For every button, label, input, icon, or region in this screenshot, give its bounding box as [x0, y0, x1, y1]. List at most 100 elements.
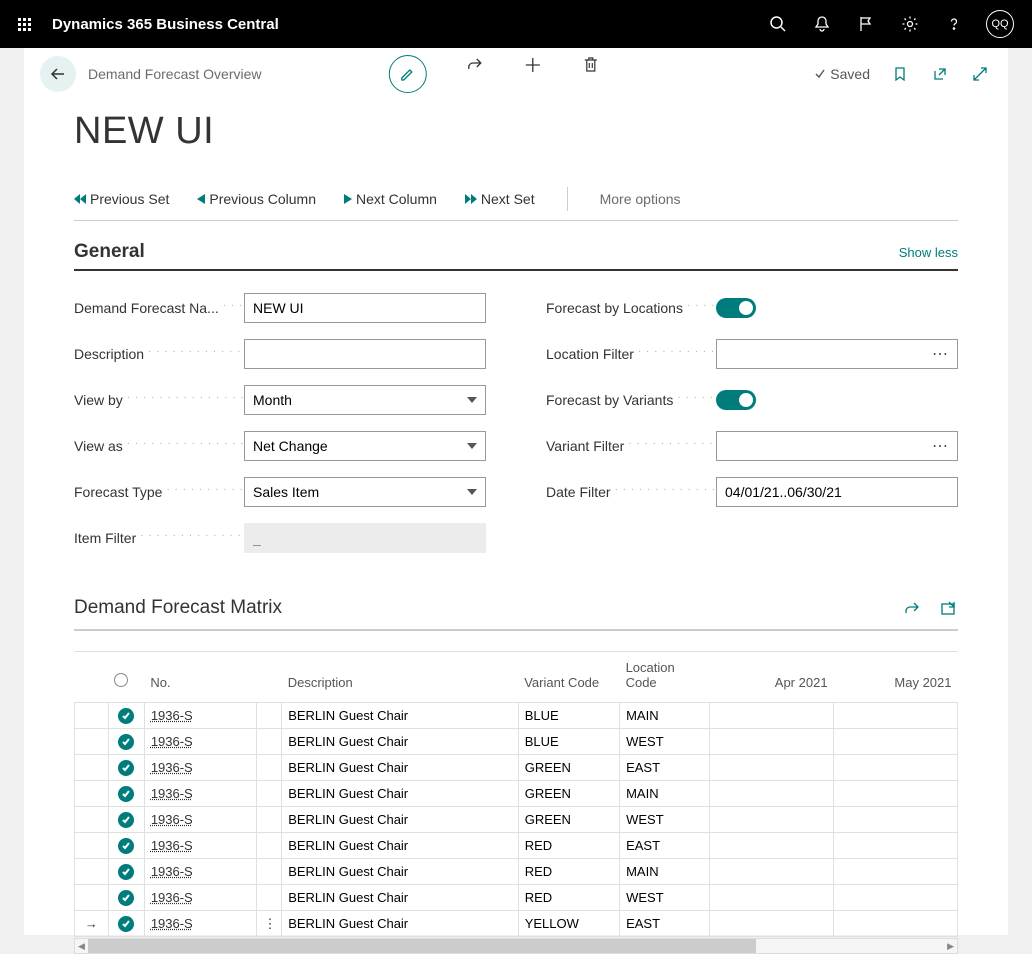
row-check-icon[interactable]: [118, 916, 134, 932]
cell-month-2[interactable]: [834, 911, 958, 937]
back-button[interactable]: [40, 56, 76, 92]
cell-no[interactable]: 1936-S: [144, 781, 257, 807]
forecast-by-variants-toggle[interactable]: [716, 390, 756, 410]
cell-month-2[interactable]: [834, 729, 958, 755]
gear-icon[interactable]: [888, 0, 932, 48]
cell-no[interactable]: 1936-S: [144, 833, 257, 859]
cell-month-2[interactable]: [834, 755, 958, 781]
row-menu-icon[interactable]: ⋮: [263, 916, 276, 931]
col-month-2[interactable]: May 2021: [834, 652, 958, 703]
cell-no[interactable]: 1936-S: [144, 703, 257, 729]
flag-icon[interactable]: [844, 0, 888, 48]
view-by-select[interactable]: Month: [244, 385, 486, 415]
matrix-maximize-icon[interactable]: [938, 598, 958, 618]
cell-no[interactable]: 1936-S: [144, 885, 257, 911]
col-no[interactable]: No.: [144, 652, 257, 703]
forecast-type-select[interactable]: Sales Item: [244, 477, 486, 507]
cell-month-2[interactable]: [834, 781, 958, 807]
table-row[interactable]: 1936-SBERLIN Guest ChairREDEAST: [75, 833, 958, 859]
table-row[interactable]: 1936-SBERLIN Guest ChairREDMAIN: [75, 859, 958, 885]
next-column-button[interactable]: Next Column: [344, 191, 437, 207]
cell-month-1[interactable]: [710, 859, 834, 885]
previous-column-button[interactable]: Previous Column: [197, 191, 316, 207]
active-row-icon: →: [85, 916, 98, 931]
cell-no[interactable]: 1936-S: [144, 911, 257, 937]
row-check-icon[interactable]: [118, 838, 134, 854]
row-check-icon[interactable]: [118, 760, 134, 776]
table-row[interactable]: 1936-SBERLIN Guest ChairBLUEWEST: [75, 729, 958, 755]
table-row[interactable]: →1936-S⋮BERLIN Guest ChairYELLOWEAST: [75, 911, 958, 937]
variant-filter-lookup-icon[interactable]: ⋯: [932, 436, 950, 456]
location-filter-input[interactable]: [716, 339, 958, 369]
location-filter-lookup-icon[interactable]: ⋯: [932, 344, 950, 364]
cell-month-2[interactable]: [834, 885, 958, 911]
variant-filter-input[interactable]: [716, 431, 958, 461]
new-icon[interactable]: [523, 55, 543, 75]
table-row[interactable]: 1936-SBERLIN Guest ChairBLUEMAIN: [75, 703, 958, 729]
more-options-button[interactable]: More options: [600, 191, 681, 207]
share-icon[interactable]: [465, 55, 485, 75]
row-check-icon[interactable]: [118, 864, 134, 880]
general-section-title: General: [74, 241, 145, 263]
col-description[interactable]: Description: [282, 652, 519, 703]
bookmark-icon[interactable]: [890, 64, 910, 84]
row-check-icon[interactable]: [118, 708, 134, 724]
description-input[interactable]: [244, 339, 486, 369]
next-set-button[interactable]: Next Set: [465, 191, 535, 207]
view-as-select[interactable]: Net Change: [244, 431, 486, 461]
cell-month-2[interactable]: [834, 703, 958, 729]
item-filter-input[interactable]: [244, 523, 486, 553]
row-check-icon[interactable]: [118, 734, 134, 750]
row-check-icon[interactable]: [118, 812, 134, 828]
topbar: Dynamics 365 Business Central QQ: [0, 0, 1032, 48]
avatar[interactable]: QQ: [986, 10, 1014, 38]
notification-icon[interactable]: [800, 0, 844, 48]
show-less-link[interactable]: Show less: [899, 245, 958, 260]
col-variant[interactable]: Variant Code: [518, 652, 619, 703]
search-icon[interactable]: [756, 0, 800, 48]
cell-month-1[interactable]: [710, 755, 834, 781]
matrix-share-icon[interactable]: [902, 598, 922, 618]
cell-no[interactable]: 1936-S: [144, 807, 257, 833]
popout-icon[interactable]: [930, 64, 950, 84]
cell-location: MAIN: [620, 859, 710, 885]
cell-no[interactable]: 1936-S: [144, 755, 257, 781]
cell-variant: YELLOW: [518, 911, 619, 937]
cell-month-1[interactable]: [710, 911, 834, 937]
cell-month-1[interactable]: [710, 807, 834, 833]
cell-month-1[interactable]: [710, 781, 834, 807]
cell-month-1[interactable]: [710, 703, 834, 729]
col-month-1[interactable]: Apr 2021: [710, 652, 834, 703]
cell-month-2[interactable]: [834, 859, 958, 885]
cell-no[interactable]: 1936-S: [144, 859, 257, 885]
col-location[interactable]: Location Code: [620, 652, 710, 703]
table-row[interactable]: 1936-SBERLIN Guest ChairREDWEST: [75, 885, 958, 911]
help-icon[interactable]: [932, 0, 976, 48]
label-description: Description: [74, 346, 244, 362]
delete-icon[interactable]: [581, 55, 601, 75]
cell-variant: GREEN: [518, 781, 619, 807]
table-row[interactable]: 1936-SBERLIN Guest ChairGREENEAST: [75, 755, 958, 781]
expand-icon[interactable]: [970, 64, 990, 84]
date-filter-input[interactable]: [716, 477, 958, 507]
forecast-name-input[interactable]: [244, 293, 486, 323]
table-row[interactable]: 1936-SBERLIN Guest ChairGREENMAIN: [75, 781, 958, 807]
edit-button[interactable]: [389, 55, 427, 93]
cell-month-1[interactable]: [710, 885, 834, 911]
cell-variant: BLUE: [518, 729, 619, 755]
forecast-by-locations-toggle[interactable]: [716, 298, 756, 318]
label-forecast-type: Forecast Type: [74, 484, 244, 500]
row-check-icon[interactable]: [118, 890, 134, 906]
cell-month-2[interactable]: [834, 807, 958, 833]
cell-month-1[interactable]: [710, 729, 834, 755]
app-launcher-icon[interactable]: [8, 8, 40, 40]
horizontal-scrollbar[interactable]: ◀ ▶: [74, 938, 958, 954]
cell-description: BERLIN Guest Chair: [282, 781, 519, 807]
cell-month-2[interactable]: [834, 833, 958, 859]
row-check-icon[interactable]: [118, 786, 134, 802]
cell-no[interactable]: 1936-S: [144, 729, 257, 755]
previous-set-button[interactable]: Previous Set: [74, 191, 169, 207]
cell-month-1[interactable]: [710, 833, 834, 859]
table-row[interactable]: 1936-SBERLIN Guest ChairGREENWEST: [75, 807, 958, 833]
select-all-radio[interactable]: [114, 673, 128, 687]
